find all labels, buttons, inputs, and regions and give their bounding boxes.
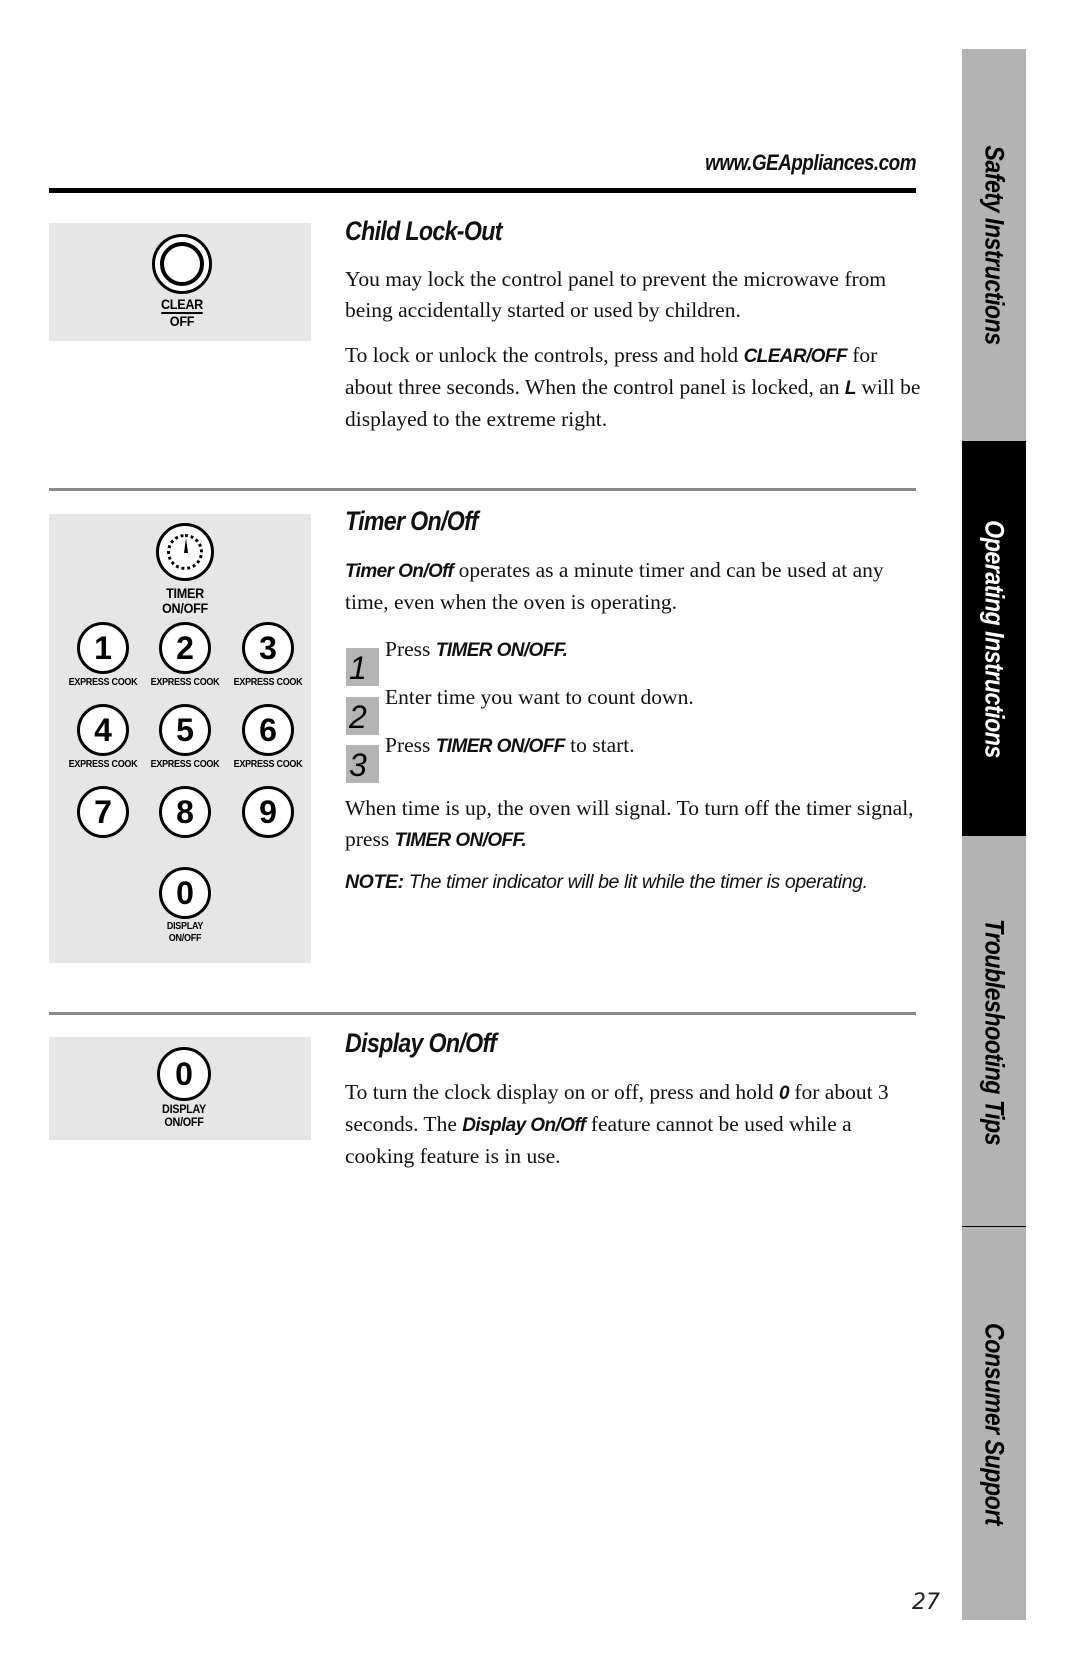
key-7[interactable]: 7	[77, 786, 129, 838]
express-cook-label: EXPRESS COOK	[233, 759, 303, 770]
key-8[interactable]: 8	[159, 786, 211, 838]
tab-operating-instructions[interactable]: Operating Instructions	[962, 441, 1026, 836]
display-on-off-panel: 0 DISPLAY ON/OFF	[49, 1037, 311, 1140]
express-cook-label: EXPRESS COOK	[68, 759, 138, 770]
tab-label: Troubleshooting Tips	[979, 918, 1010, 1145]
section-divider	[49, 488, 916, 491]
section-divider	[49, 1012, 916, 1015]
express-cook-label: EXPRESS COOK	[150, 677, 220, 688]
key-5[interactable]: 5	[159, 704, 211, 756]
tab-safety-instructions[interactable]: Safety Instructions	[962, 49, 1026, 441]
timer-dial-icon	[156, 523, 214, 581]
clear-off-label: CLEAR OFF	[160, 296, 204, 329]
key-6[interactable]: 6	[242, 704, 294, 756]
clear-off-panel: CLEAR OFF	[49, 223, 311, 341]
timer-on-off-label: TIMER ON/OFF	[162, 585, 208, 616]
header-rule	[49, 188, 916, 193]
step-number-3: 3	[346, 745, 379, 783]
express-cook-label: EXPRESS COOK	[233, 677, 303, 688]
express-cook-label: EXPRESS COOK	[150, 759, 220, 770]
timer-intro: Timer On/Off operates as a minute timer …	[345, 558, 884, 614]
key-4[interactable]: 4	[77, 704, 129, 756]
display-paragraph: To turn the clock display on or off, pre…	[345, 1080, 889, 1168]
section-title-timer: Timer On/Off	[345, 506, 479, 536]
step-text-2: Enter time you want to count down.	[385, 685, 694, 709]
key-0[interactable]: 0	[159, 867, 211, 919]
section-title-child-lock: Child Lock-Out	[345, 216, 502, 246]
website-url[interactable]: www.GEAppliances.com	[610, 150, 916, 176]
tab-label: Operating Instructions	[979, 519, 1010, 758]
page-number: 27	[912, 1590, 940, 1615]
display-on-off-label: DISPLAY ON/OFF	[162, 1102, 206, 1129]
keypad-panel: TIMER ON/OFF 1 2 3 EXPRESS COOK EXPRESS C…	[49, 514, 311, 963]
key-9[interactable]: 9	[242, 786, 294, 838]
child-lock-paragraph-2: To lock or unlock the controls, press an…	[345, 343, 921, 431]
key-1[interactable]: 1	[77, 622, 129, 674]
key-3[interactable]: 3	[242, 622, 294, 674]
express-cook-label: EXPRESS COOK	[68, 677, 138, 688]
step-number-1: 1	[346, 648, 379, 686]
tab-label: Consumer Support	[979, 1322, 1010, 1525]
tab-consumer-support[interactable]: Consumer Support	[962, 1227, 1026, 1620]
display-on-off-label: DISPLAY ON/OFF	[166, 921, 204, 944]
section-title-display: Display On/Off	[345, 1028, 497, 1058]
timer-signal-paragraph: When time is up, the oven will signal. T…	[345, 796, 914, 851]
key-0-display[interactable]: 0	[157, 1047, 211, 1101]
tab-label: Safety Instructions	[979, 145, 1010, 345]
tab-troubleshooting-tips[interactable]: Troubleshooting Tips	[962, 836, 1026, 1227]
timer-note: NOTE: The timer indicator will be lit wh…	[345, 871, 868, 893]
clear-off-button-icon	[152, 234, 212, 294]
step-number-2: 2	[346, 697, 379, 735]
key-2[interactable]: 2	[159, 622, 211, 674]
child-lock-paragraph-1: You may lock the control panel to preven…	[345, 267, 887, 322]
step-text-1: Press TIMER ON/OFF.	[385, 637, 568, 661]
step-text-3: Press TIMER ON/OFF to start.	[385, 733, 635, 757]
